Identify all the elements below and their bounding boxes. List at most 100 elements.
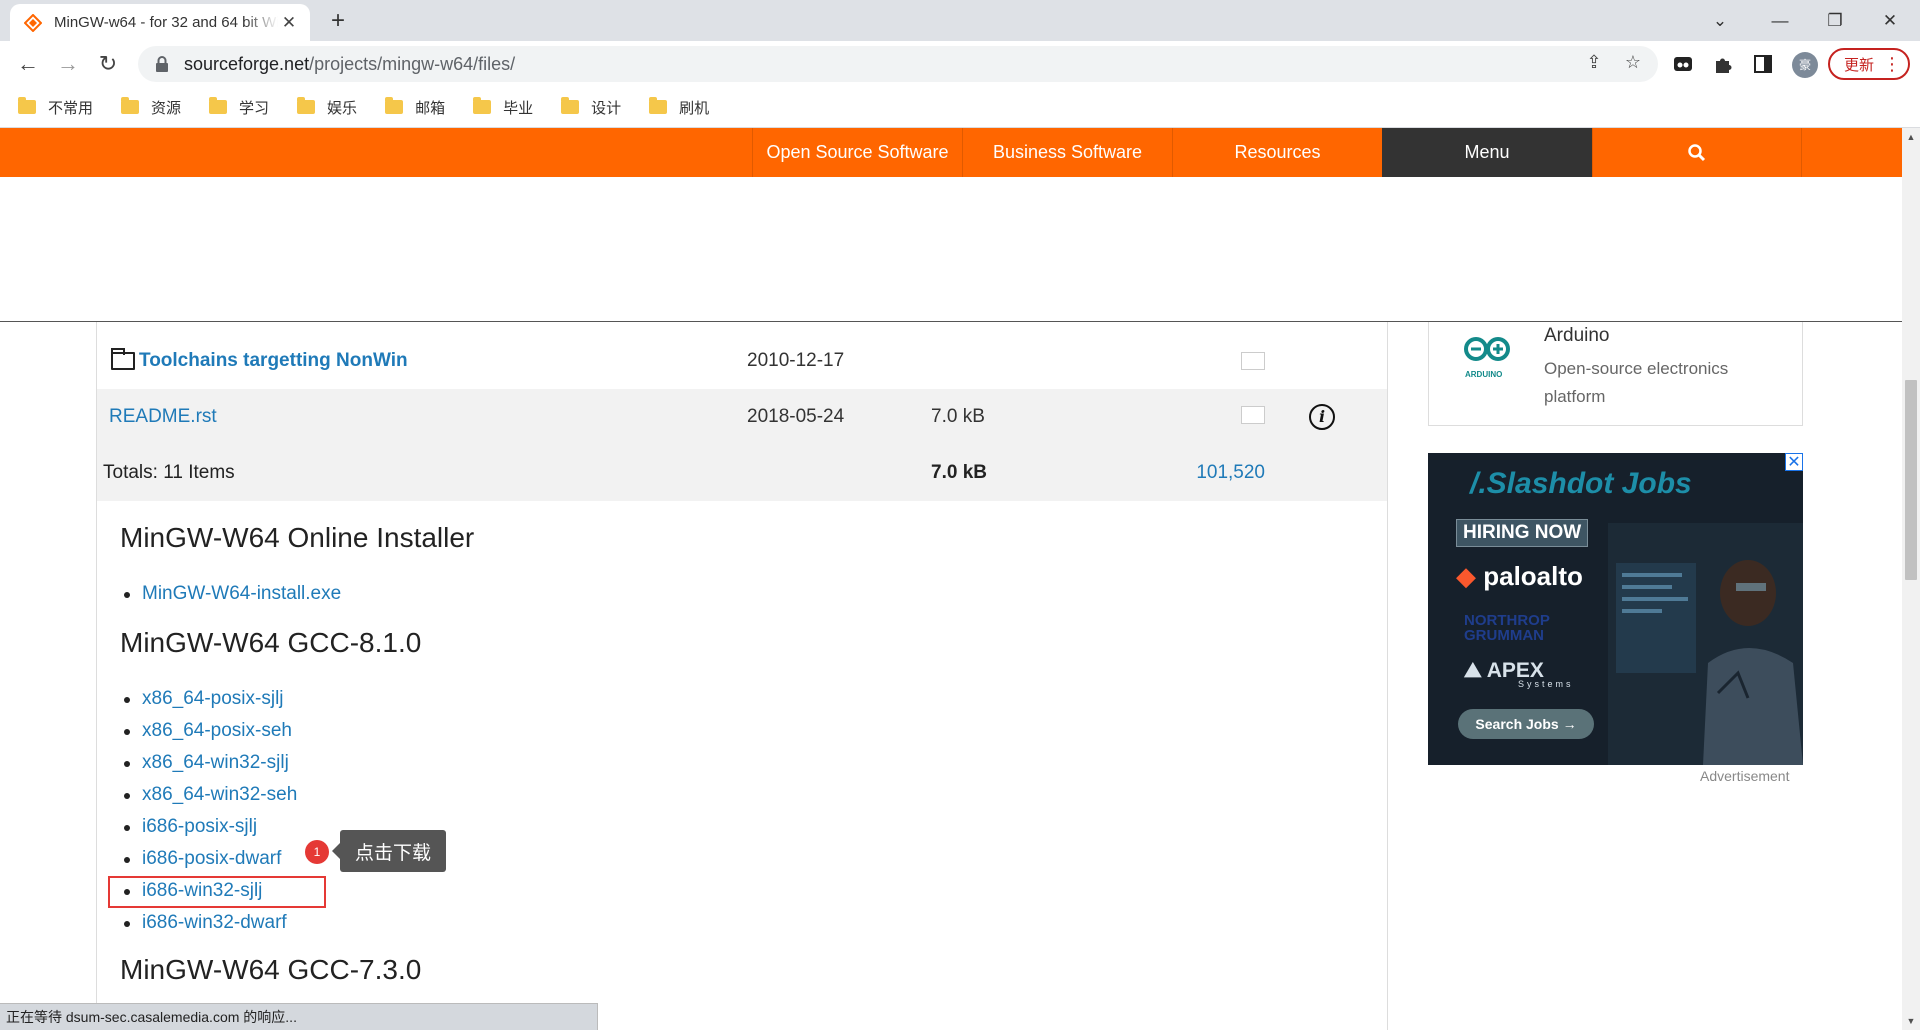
nav-menu[interactable]: Menu xyxy=(1382,128,1592,177)
folder-icon xyxy=(121,97,140,114)
download-chart-icon xyxy=(1241,352,1265,370)
folder-icon xyxy=(561,97,580,114)
download-link[interactable]: i686-posix-sjlj xyxy=(120,811,297,843)
totals-size: 7.0 kB xyxy=(931,462,987,483)
url-text: sourceforge.net/projects/mingw-w64/files… xyxy=(184,53,516,74)
tab-strip: MinGW-w64 - for 32 and 64 bit Windows ✕ … xyxy=(0,0,1920,41)
installer-links: MinGW-W64-install.exe xyxy=(120,578,341,610)
project-description: Open-source electronics platform xyxy=(1544,359,1729,406)
table-row: Toolchains targetting NonWin 2010-12-17 … xyxy=(97,333,1387,389)
info-icon[interactable]: i xyxy=(1309,404,1335,430)
nav-open-source-software[interactable]: Open Source Software xyxy=(752,128,962,177)
lock-icon xyxy=(156,56,168,72)
project-name[interactable]: Arduino xyxy=(1544,325,1610,347)
forward-button[interactable]: → xyxy=(52,48,84,80)
scroll-down-arrow-icon[interactable]: ▼ xyxy=(1902,1012,1920,1030)
bookmark-folder[interactable]: 设计 xyxy=(561,97,621,118)
browser-toolbar: ← → ↻ sourceforge.net/projects/mingw-w64… xyxy=(0,41,1920,87)
bookmark-folder[interactable]: 资源 xyxy=(121,97,181,118)
back-button[interactable]: ← xyxy=(12,48,44,80)
download-link[interactable]: x86_64-posix-seh xyxy=(120,715,297,747)
files-content: Toolchains targetting NonWin 2010-12-17 … xyxy=(96,322,1388,1030)
folder-icon xyxy=(297,97,316,114)
apex-systems-logo: ⛰ APEX Systems xyxy=(1464,659,1574,689)
download-link[interactable]: MinGW-W64-install.exe xyxy=(120,578,341,610)
section-title: MinGW-W64 Online Installer xyxy=(120,522,475,553)
folder-icon xyxy=(209,97,228,114)
highlight-box xyxy=(108,876,326,908)
folder-icon xyxy=(473,97,492,114)
slashdot-jobs-logo: /.Slashdot Jobs xyxy=(1470,467,1692,500)
section-title: MinGW-W64 GCC-8.1.0 xyxy=(120,627,422,658)
menu-dots-icon: ⋮ xyxy=(1883,53,1901,74)
table-row: README.rst 2018-05-24 7.0 kB 47 i xyxy=(97,389,1387,445)
section-title: MinGW-W64 GCC-7.3.0 xyxy=(120,954,422,985)
profile-avatar[interactable]: 豪 xyxy=(1792,52,1818,78)
file-size: 7.0 kB xyxy=(931,406,985,427)
folder-icon xyxy=(649,97,668,114)
step-badge: 1 xyxy=(305,840,329,864)
address-bar[interactable]: sourceforge.net/projects/mingw-w64/files… xyxy=(138,46,1658,82)
active-tab[interactable]: MinGW-w64 - for 32 and 64 bit Windows ✕ xyxy=(10,4,310,41)
sourceforge-icon xyxy=(24,13,42,32)
nav-business-software[interactable]: Business Software xyxy=(962,128,1172,177)
folder-icon xyxy=(385,97,404,114)
side-panel-icon[interactable] xyxy=(1752,53,1774,75)
scrollbar-thumb[interactable] xyxy=(1905,380,1917,580)
puzzle-icon[interactable] xyxy=(1712,53,1734,75)
bookmark-star-icon[interactable]: ☆ xyxy=(1620,49,1646,75)
bookmark-folder[interactable]: 邮箱 xyxy=(385,97,445,118)
totals-label: Totals: 11 Items xyxy=(103,462,235,483)
reload-button[interactable]: ↻ xyxy=(92,48,124,80)
search-icon xyxy=(1688,143,1706,161)
scroll-up-arrow-icon[interactable]: ▲ xyxy=(1902,128,1920,146)
page-scrollbar[interactable]: ▲ ▼ xyxy=(1902,128,1920,1030)
search-jobs-button[interactable]: Search Jobs → xyxy=(1458,709,1594,739)
northrop-grumman-logo: NORTHROP GRUMMAN xyxy=(1464,612,1550,644)
totals-downloads: 101,520 xyxy=(1196,462,1265,483)
download-link[interactable]: x86_64-win32-sjlj xyxy=(120,747,297,779)
site-nav: Open Source Software Business Software R… xyxy=(0,128,1902,177)
nav-search[interactable] xyxy=(1592,128,1802,177)
download-link[interactable]: i686-posix-dwarf xyxy=(120,843,297,875)
download-link[interactable]: x86_64-win32-seh xyxy=(120,779,297,811)
bookmark-folder[interactable]: 不常用 xyxy=(18,97,93,118)
ad-close-icon[interactable]: ✕ xyxy=(1785,453,1803,471)
click-to-download-tooltip: 点击下载 xyxy=(332,830,446,872)
download-link[interactable]: x86_64-posix-sjlj xyxy=(120,683,297,715)
tab-close-icon[interactable]: ✕ xyxy=(278,12,300,34)
tab-search-icon[interactable]: ⌄ xyxy=(1690,0,1750,41)
nav-resources[interactable]: Resources xyxy=(1172,128,1382,177)
page-viewport: Open Source Software Business Software R… xyxy=(0,128,1902,1030)
bookmarks-bar: 不常用 资源 学习 娱乐 邮箱 毕业 设计 刷机 xyxy=(0,87,1920,128)
file-date: 2018-05-24 xyxy=(747,406,845,427)
bookmark-folder[interactable]: 娱乐 xyxy=(297,97,357,118)
file-date: 2010-12-17 xyxy=(747,350,845,371)
bookmark-folder[interactable]: 学习 xyxy=(209,97,269,118)
bookmark-folder[interactable]: 刷机 xyxy=(649,97,709,118)
share-icon[interactable]: ⇪ xyxy=(1581,49,1607,75)
paloalto-logo: ◆ paloalto xyxy=(1456,561,1583,591)
arduino-logo-icon xyxy=(1464,337,1510,361)
minimize-button[interactable]: — xyxy=(1750,0,1810,41)
folder-icon xyxy=(111,348,135,370)
new-tab-button[interactable]: + xyxy=(324,8,352,36)
download-chart-icon xyxy=(1241,406,1265,424)
slashdot-jobs-ad[interactable]: /.Slashdot Jobs HIRING NOW ◆ paloalto NO… xyxy=(1428,453,1803,765)
totals-row: Totals: 11 Items 7.0 kB 101,520 xyxy=(97,445,1387,501)
folder-icon xyxy=(18,97,36,114)
file-name-link[interactable]: README.rst xyxy=(109,406,217,428)
extension-icon[interactable] xyxy=(1672,53,1694,75)
advertisement-label: Advertisement xyxy=(1700,768,1790,784)
file-name-link[interactable]: Toolchains targetting NonWin xyxy=(111,348,408,372)
ad-photo xyxy=(1608,523,1803,765)
ad-banner-area xyxy=(0,177,1902,322)
status-bar: 正在等待 dsum-sec.casalemedia.com 的响应... xyxy=(0,1003,598,1030)
download-link[interactable]: i686-win32-dwarf xyxy=(120,907,297,939)
related-project-card[interactable]: ARDUINO Arduino Open-source electronics … xyxy=(1428,322,1803,426)
tab-title: MinGW-w64 - for 32 and 64 bit Windows xyxy=(54,14,278,31)
restore-button[interactable]: ❐ xyxy=(1805,0,1865,41)
close-window-button[interactable]: ✕ xyxy=(1860,0,1920,41)
update-button[interactable]: 更新 ⋮ xyxy=(1828,48,1910,80)
bookmark-folder[interactable]: 毕业 xyxy=(473,97,533,118)
